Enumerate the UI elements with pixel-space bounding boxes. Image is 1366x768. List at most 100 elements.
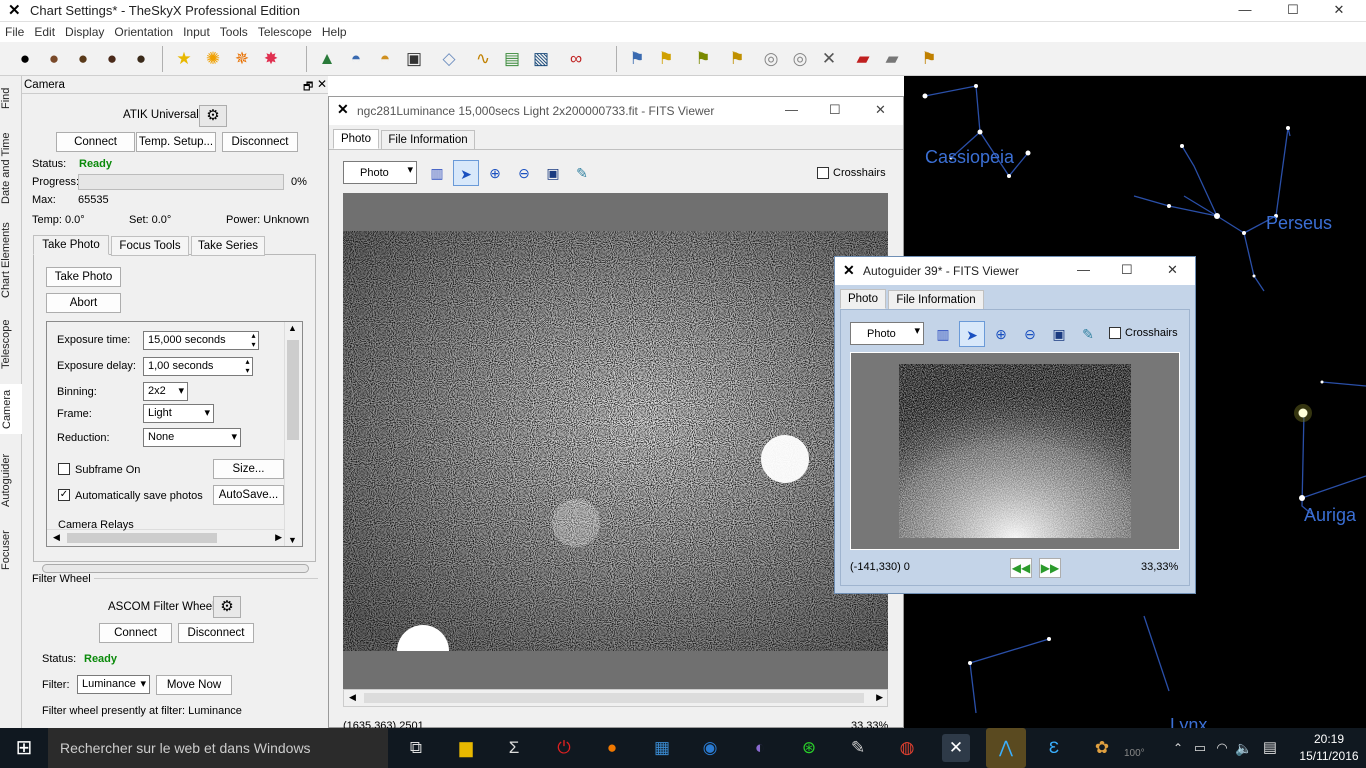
editor-app-icon[interactable]: Ɛ xyxy=(1040,734,1068,762)
planet-venus-icon[interactable]: ● xyxy=(41,46,67,72)
frame-select[interactable]: Light xyxy=(143,404,214,423)
guider-histogram-icon[interactable]: ▥ xyxy=(930,321,956,347)
telescope-park-icon[interactable]: ⚑ xyxy=(724,46,750,72)
camera-connect-button[interactable]: Connect xyxy=(56,132,135,152)
menu-telescope[interactable]: Telescope xyxy=(253,22,317,39)
settings-horizontal-scrollbar[interactable]: ◀ ▶ xyxy=(47,529,284,546)
size-button[interactable]: Size... xyxy=(213,459,284,479)
tray-notification-icon[interactable]: ▤ xyxy=(1256,734,1284,762)
file-explorer-icon[interactable]: ▆ xyxy=(452,734,480,762)
move-now-button[interactable]: Move Now xyxy=(156,675,232,695)
guider-zoom-in-icon[interactable]: ⊕ xyxy=(988,321,1014,347)
telescope-icon[interactable]: ⚑ xyxy=(624,46,650,72)
abort-icon[interactable]: ✕ xyxy=(816,46,842,72)
theskyx-taskbar-icon[interactable]: ✕ xyxy=(942,734,970,762)
planet-mercury-icon[interactable]: ● xyxy=(12,46,38,72)
planet-earth-icon[interactable]: ● xyxy=(70,46,96,72)
task-view-icon[interactable]: ⧉ xyxy=(402,734,430,762)
filter-disconnect-button[interactable]: Disconnect xyxy=(178,623,254,643)
temp-setup-button[interactable]: Temp. Setup... xyxy=(136,132,216,152)
fits-guider-maximize-button[interactable]: ☐ xyxy=(1121,262,1133,278)
tab-focus-tools[interactable]: Focus Tools xyxy=(111,236,189,256)
tray-volume-icon[interactable]: 🔈 xyxy=(1230,734,1258,762)
fits-guider-tab-photo[interactable]: Photo xyxy=(840,289,886,309)
tab-take-series[interactable]: Take Series xyxy=(191,236,265,256)
astro-app-icon[interactable]: ⋀ xyxy=(986,728,1026,768)
telescope-connect-icon[interactable]: ⚑ xyxy=(690,46,716,72)
car-gray-icon[interactable]: ▰ xyxy=(879,46,905,72)
camera-disconnect-button[interactable]: Disconnect xyxy=(222,132,298,152)
guider-previous-icon[interactable]: ◀◀ xyxy=(1010,558,1032,578)
histogram-icon[interactable]: ▥ xyxy=(424,160,450,186)
planet-mars-icon[interactable]: ● xyxy=(99,46,125,72)
start-windows-icon[interactable]: ⊞ xyxy=(10,734,38,762)
minimize-button[interactable]: — xyxy=(1222,0,1268,22)
subframe-checkbox[interactable] xyxy=(58,463,70,475)
image-tools-icon[interactable]: ✎ xyxy=(569,160,595,186)
menu-edit[interactable]: Edit xyxy=(29,22,60,39)
zoom-in-icon[interactable]: ⊕ xyxy=(482,160,508,186)
fits-main-horizontal-scrollbar[interactable]: ◀ ▶ xyxy=(343,689,888,707)
paint-icon[interactable]: ✿ xyxy=(1088,734,1116,762)
nebula-icon[interactable]: ✸ xyxy=(258,46,284,72)
camera-settings-gear-icon[interactable]: ⚙ xyxy=(199,105,227,127)
abort-button[interactable]: Abort xyxy=(46,293,121,313)
power-app-icon[interactable]: ⏻ xyxy=(550,734,578,762)
fits-main-crosshairs-checkbox[interactable] xyxy=(817,167,829,179)
car-icon[interactable]: ▰ xyxy=(850,46,876,72)
target-icon[interactable]: ◎ xyxy=(758,46,784,72)
panel-pin-icon[interactable]: 🗗 xyxy=(303,78,313,97)
fits-main-mode-select[interactable]: Photo xyxy=(343,161,417,184)
telescope-slew-icon[interactable]: ⚑ xyxy=(653,46,679,72)
fits-guider-close-button[interactable]: ✕ xyxy=(1167,262,1178,278)
tab-focuser[interactable]: Focuser xyxy=(0,526,22,574)
target-lock-icon[interactable]: ◎ xyxy=(787,46,813,72)
filter-connect-button[interactable]: Connect xyxy=(99,623,172,643)
panel-splitter[interactable] xyxy=(42,564,309,573)
autosave-button[interactable]: AutoSave... xyxy=(213,485,284,505)
guider-fit-to-window-icon[interactable]: ▣ xyxy=(1046,321,1072,347)
guider-next-icon[interactable]: ▶▶ xyxy=(1039,558,1061,578)
fits-main-image[interactable] xyxy=(343,193,888,689)
autosave-checkbox[interactable]: ✓ xyxy=(58,489,70,501)
take-photo-button[interactable]: Take Photo xyxy=(46,267,121,287)
fits-main-tab-photo[interactable]: Photo xyxy=(333,129,379,149)
firefox-icon[interactable]: ● xyxy=(598,734,626,762)
fits-guider-minimize-button[interactable]: — xyxy=(1077,262,1090,277)
menu-tools[interactable]: Tools xyxy=(215,22,253,39)
fits-guider-crosshairs-checkbox[interactable] xyxy=(1109,327,1121,339)
filter-select[interactable]: Luminance xyxy=(77,675,150,694)
tab-chart-elements[interactable]: Chart Elements xyxy=(0,222,22,298)
guider-select-pointer-icon[interactable]: ➤ xyxy=(959,321,985,347)
select-pointer-icon[interactable]: ➤ xyxy=(453,160,479,186)
zoom-out-icon[interactable]: ⊖ xyxy=(511,160,537,186)
glasses-icon[interactable]: ∞ xyxy=(563,46,589,72)
calculator-icon[interactable]: ▦ xyxy=(648,734,676,762)
exposure-time-input[interactable]: 15,000 seconds xyxy=(143,331,259,350)
tab-take-photo[interactable]: Take Photo xyxy=(33,235,109,255)
tab-date-and-time[interactable]: Date and Time xyxy=(0,130,22,206)
tab-find[interactable]: Find xyxy=(0,84,22,112)
menu-input[interactable]: Input xyxy=(178,22,215,39)
spiral-galaxy-icon[interactable]: ✵ xyxy=(229,46,255,72)
fits-main-tab-file-information[interactable]: File Information xyxy=(381,130,475,150)
photo-frame-icon[interactable]: ▣ xyxy=(401,46,427,72)
guider-image-tools-icon[interactable]: ✎ xyxy=(1075,321,1101,347)
panel-close-icon[interactable]: ✕ xyxy=(317,77,327,91)
telescope-home-icon[interactable]: ⚑ xyxy=(916,46,942,72)
fits-main-maximize-button[interactable]: ☐ xyxy=(829,102,841,118)
reduction-select[interactable]: None xyxy=(143,428,241,447)
dome-icon[interactable]: ◓ xyxy=(343,46,369,72)
tab-autoguider[interactable]: Autoguider xyxy=(0,450,22,510)
close-button[interactable]: ✕ xyxy=(1316,0,1362,22)
exposure-delay-input[interactable]: 1,00 seconds xyxy=(143,357,253,376)
phd-guiding-icon[interactable]: ⊛ xyxy=(795,734,823,762)
planet-jupiter-icon[interactable]: ● xyxy=(128,46,154,72)
guider-zoom-out-icon[interactable]: ⊖ xyxy=(1017,321,1043,347)
graph-icon[interactable]: ∿ xyxy=(470,46,496,72)
fits-main-close-button[interactable]: ✕ xyxy=(875,102,886,118)
star-icon[interactable]: ★ xyxy=(171,46,197,72)
menu-help[interactable]: Help xyxy=(317,22,352,39)
fit-to-window-icon[interactable]: ▣ xyxy=(540,160,566,186)
binning-select[interactable]: 2x2 xyxy=(143,382,188,401)
